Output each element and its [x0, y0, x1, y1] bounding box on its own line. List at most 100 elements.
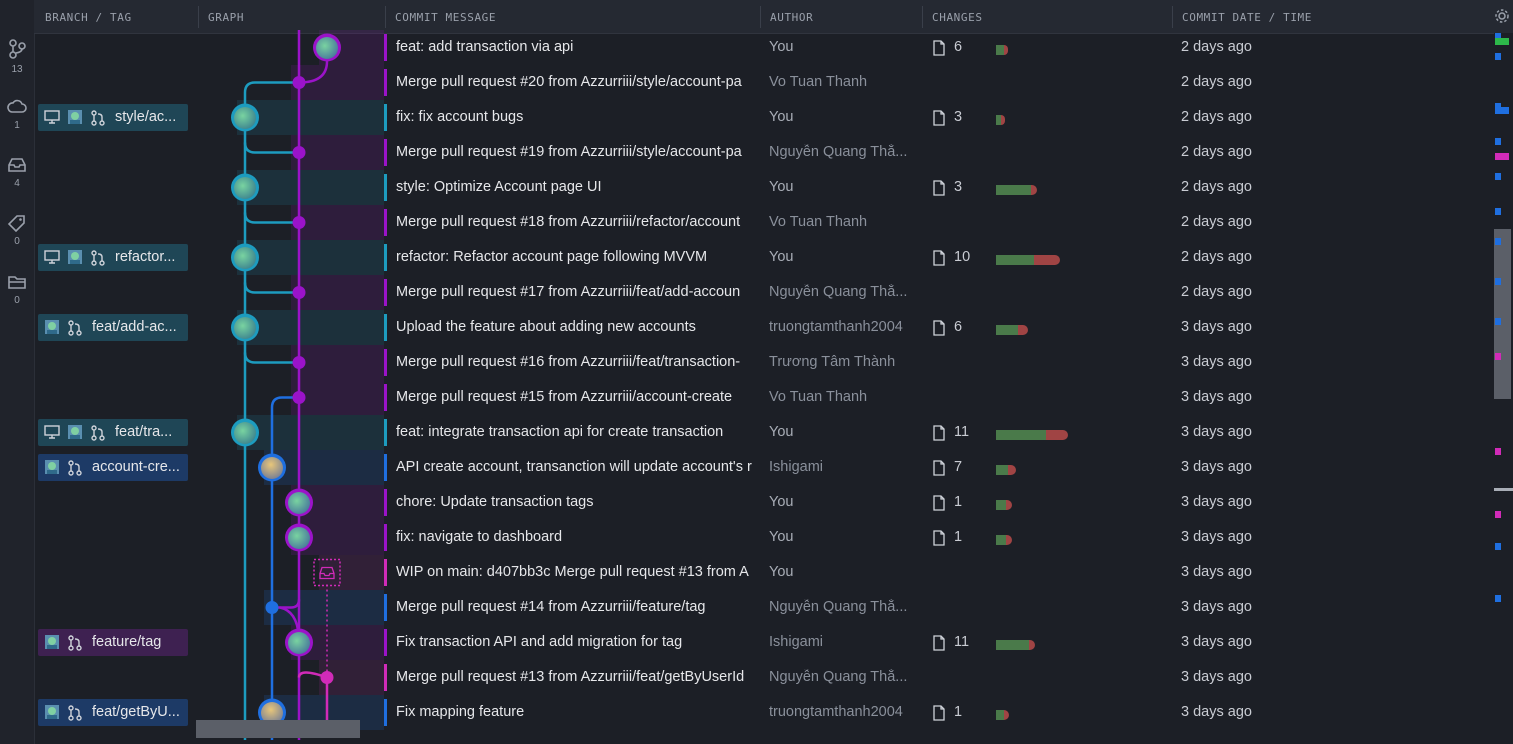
commit-message-cell[interactable]: feat: add transaction via api — [384, 34, 797, 61]
commit-date: 2 days ago — [1181, 39, 1252, 55]
commit-message: refactor: Refactor account page followin… — [396, 249, 708, 265]
commit-message: Merge pull request #19 from Azzurriii/st… — [396, 144, 742, 160]
branches-button[interactable]: 13 — [0, 38, 34, 75]
commit-message-cell[interactable]: Merge pull request #19 from Azzurriii/st… — [384, 139, 797, 166]
commit-message: Merge pull request #16 from Azzurriii/fe… — [396, 354, 741, 370]
commit-author: truongtamthanh2004 — [769, 704, 903, 720]
additions-bar — [996, 185, 1031, 195]
files-changed-count: 1 — [954, 704, 963, 720]
graph-edge — [243, 282, 299, 294]
author-column-header[interactable]: AUTHOR — [770, 11, 813, 24]
commit-message-cell[interactable]: feat: integrate transaction api for crea… — [384, 419, 797, 446]
additions-bar — [996, 45, 1004, 55]
changes-bar — [996, 325, 1028, 335]
commit-date: 2 days ago — [1181, 74, 1252, 90]
left-sidebar: 13 1 4 0 0 — [0, 0, 35, 744]
commit-date: 2 days ago — [1181, 109, 1252, 125]
author-avatar — [316, 36, 338, 59]
minimap-marker — [1495, 353, 1501, 360]
commit-message: Merge pull request #15 from Azzurriii/ac… — [396, 389, 733, 405]
column-divider[interactable] — [760, 6, 761, 28]
stash-node[interactable] — [313, 558, 341, 587]
deletions-bar — [1034, 255, 1060, 265]
gear-icon[interactable] — [1494, 8, 1510, 24]
column-divider[interactable] — [198, 6, 199, 28]
files-changed-count: 11 — [954, 424, 970, 440]
commit-message-cell[interactable]: Merge pull request #15 from Azzurriii/ac… — [384, 384, 797, 411]
deletions-bar — [1004, 45, 1008, 55]
minimap-marker — [1495, 208, 1501, 215]
merge-commit-node[interactable] — [265, 601, 279, 614]
message-column-header[interactable]: COMMIT MESSAGE — [395, 11, 496, 24]
files-changed-count: 6 — [954, 319, 963, 335]
commit-author: You — [769, 179, 794, 195]
commit-message-cell[interactable]: Merge pull request #16 from Azzurriii/fe… — [384, 349, 797, 376]
graph-edge — [243, 212, 299, 224]
remotes-button[interactable]: 1 — [0, 98, 34, 131]
commit-message-cell[interactable]: Merge pull request #17 from Azzurriii/fe… — [384, 279, 797, 306]
commit-message-cell[interactable]: fix: fix account bugs — [384, 104, 797, 131]
commit-date: 3 days ago — [1181, 529, 1252, 545]
commit-message-cell[interactable]: API create account, transanction will up… — [384, 454, 797, 481]
commit-graph — [231, 30, 341, 740]
file-icon — [933, 110, 945, 126]
commit-author: Ishigami — [769, 634, 823, 650]
commit-message-cell[interactable]: Upload the feature about adding new acco… — [384, 314, 797, 341]
graph-edge — [270, 396, 299, 740]
deletions-bar — [1008, 465, 1016, 475]
minimap-marker — [1495, 53, 1501, 60]
commit-date: 3 days ago — [1181, 704, 1252, 720]
commit-message-cell[interactable]: Fix transaction API and add migration fo… — [384, 629, 797, 656]
commit-message-cell[interactable]: Merge pull request #18 from Azzurriii/re… — [384, 209, 797, 236]
commit-date: 3 days ago — [1181, 424, 1252, 440]
commit-author: You — [769, 494, 794, 510]
graph-horizontal-scrollbar[interactable] — [196, 720, 360, 738]
merge-commit-node[interactable] — [292, 216, 306, 229]
minimap-marker — [1494, 488, 1513, 491]
tags-button[interactable]: 0 — [0, 214, 34, 247]
commit-author: You — [769, 529, 794, 545]
file-icon — [933, 495, 945, 511]
commit-message-cell[interactable]: Merge pull request #20 from Azzurriii/st… — [384, 69, 797, 96]
column-divider[interactable] — [385, 6, 386, 28]
commit-message: Upload the feature about adding new acco… — [396, 319, 696, 335]
additions-bar — [996, 465, 1008, 475]
additions-bar — [996, 500, 1006, 510]
commit-message: feat: integrate transaction api for crea… — [396, 424, 724, 440]
merge-commit-node[interactable] — [292, 146, 306, 159]
commit-message: Merge pull request #18 from Azzurriii/re… — [396, 214, 741, 230]
merge-commit-node[interactable] — [292, 356, 306, 369]
changes-bar — [996, 535, 1012, 545]
commit-message: feat: add transaction via api — [396, 39, 574, 55]
files-changed-count: 10 — [954, 249, 971, 265]
date-column-header[interactable]: COMMIT DATE / TIME — [1182, 11, 1312, 24]
commit-message-cell[interactable]: WIP on main: d407bb3c Merge pull request… — [384, 559, 797, 586]
merge-commit-node[interactable] — [292, 76, 306, 89]
author-avatar — [234, 106, 256, 129]
author-avatar — [234, 316, 256, 339]
commit-message: API create account, transanction will up… — [396, 459, 752, 475]
minimap-scrollbar[interactable] — [1494, 33, 1513, 744]
commit-date: 3 days ago — [1181, 354, 1252, 370]
column-divider[interactable] — [1172, 6, 1173, 28]
commit-message-cell[interactable]: chore: Update transaction tags — [384, 489, 797, 516]
graph-column-header[interactable]: GRAPH — [208, 11, 244, 24]
commit-message-cell[interactable]: fix: navigate to dashboard — [384, 524, 797, 551]
commit-message-cell[interactable]: Fix mapping feature — [384, 699, 797, 726]
changes-bar — [996, 255, 1060, 265]
changes-column-header[interactable]: CHANGES — [932, 11, 983, 24]
commit-message: Merge pull request #20 from Azzurriii/st… — [396, 74, 742, 90]
merge-commit-node[interactable] — [320, 671, 334, 684]
commit-message-cell[interactable]: Merge pull request #14 from Azzurriii/fe… — [384, 594, 797, 621]
commit-date: 2 days ago — [1181, 179, 1252, 195]
commit-message-cell[interactable]: style: Optimize Account page UI — [384, 174, 797, 201]
branch-tag-column-header[interactable]: BRANCH / TAG — [45, 11, 132, 24]
commit-message-cell[interactable]: Merge pull request #13 from Azzurriii/fe… — [384, 664, 797, 691]
stashes-button[interactable]: 4 — [0, 156, 34, 189]
column-divider[interactable] — [922, 6, 923, 28]
commit-message: WIP on main: d407bb3c Merge pull request… — [396, 564, 749, 580]
merge-commit-node[interactable] — [292, 391, 306, 404]
submodules-button[interactable]: 0 — [0, 273, 34, 306]
commit-message-cell[interactable]: refactor: Refactor account page followin… — [384, 244, 797, 271]
merge-commit-node[interactable] — [292, 286, 306, 299]
